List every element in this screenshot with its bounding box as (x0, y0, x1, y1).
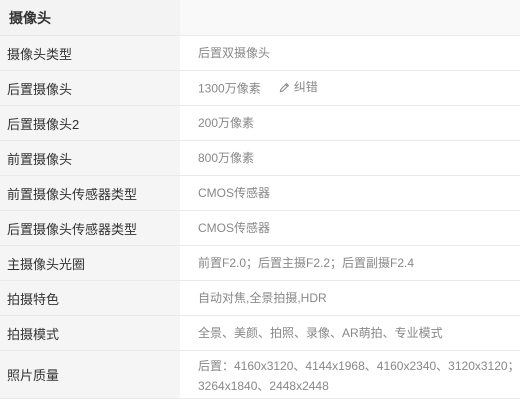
spec-row-shooting-features: 拍摄特色 自动对焦,全景拍摄,HDR (0, 280, 520, 316)
spec-label: 前置摄像头 (0, 140, 180, 176)
spec-row-rear-camera-2: 后置摄像头2 200万像素 (0, 105, 520, 141)
spec-label: 后置摄像头传感器类型 (0, 210, 180, 246)
spec-row-front-sensor: 前置摄像头传感器类型 CMOS传感器 (0, 175, 520, 211)
spec-value-line: 3264x1840、2448x2448 (198, 378, 329, 393)
spec-row-photo-quality: 照片质量 后置：4160x3120、4144x1968、4160x2340、31… (0, 350, 520, 399)
spec-row-aperture: 主摄像头光圈 前置F2.0；后置主摄F2.2；后置副摄F2.4 (0, 245, 520, 281)
spec-row-rear-camera: 后置摄像头 1300万像素 纠错 (0, 70, 520, 106)
spec-row-front-camera: 前置摄像头 800万像素 (0, 140, 520, 176)
spec-value: 后置双摄像头 (180, 35, 520, 71)
spec-row-rear-sensor: 后置摄像头传感器类型 CMOS传感器 (0, 210, 520, 246)
spec-value: CMOS传感器 (180, 210, 520, 246)
spec-value: 800万像素 (180, 140, 520, 176)
spec-label: 主摄像头光圈 (0, 245, 180, 281)
spec-table: 摄像头 摄像头类型 后置双摄像头 后置摄像头 1300万像素 纠错 后置摄像头2 … (0, 0, 520, 399)
spec-value: 自动对焦,全景拍摄,HDR (180, 280, 520, 316)
spec-value: CMOS传感器 (180, 175, 520, 211)
spec-label: 摄像头类型 (0, 35, 180, 71)
section-title: 摄像头 (0, 0, 180, 36)
section-header-row: 摄像头 (0, 0, 520, 36)
spec-label: 前置摄像头传感器类型 (0, 175, 180, 211)
spec-label: 照片质量 (0, 350, 180, 399)
correction-link[interactable]: 纠错 (279, 77, 318, 97)
spec-label: 后置摄像头 (0, 70, 180, 106)
spec-label: 拍摄特色 (0, 280, 180, 316)
spec-value: 全景、美颜、拍照、录像、AR萌拍、专业模式 (180, 315, 520, 351)
spec-row-camera-type: 摄像头类型 后置双摄像头 (0, 35, 520, 71)
pencil-icon (279, 82, 289, 93)
spec-value-cell: 1300万像素 纠错 (180, 70, 520, 106)
correction-label[interactable]: 纠错 (294, 77, 318, 97)
spec-value-line: 后置：4160x3120、4144x1968、4160x2340、3120x31… (198, 358, 520, 373)
spec-value: 200万像素 (180, 105, 520, 141)
spec-value: 前置F2.0；后置主摄F2.2；后置副摄F2.4 (180, 245, 520, 281)
spec-label: 拍摄模式 (0, 315, 180, 351)
spec-value-cell: 后置：4160x3120、4144x1968、4160x2340、3120x31… (180, 350, 520, 399)
spec-label: 后置摄像头2 (0, 105, 180, 141)
spec-value: 1300万像素 (198, 81, 261, 96)
spec-row-shooting-modes: 拍摄模式 全景、美颜、拍照、录像、AR萌拍、专业模式 (0, 315, 520, 351)
section-header-blank (180, 0, 520, 36)
